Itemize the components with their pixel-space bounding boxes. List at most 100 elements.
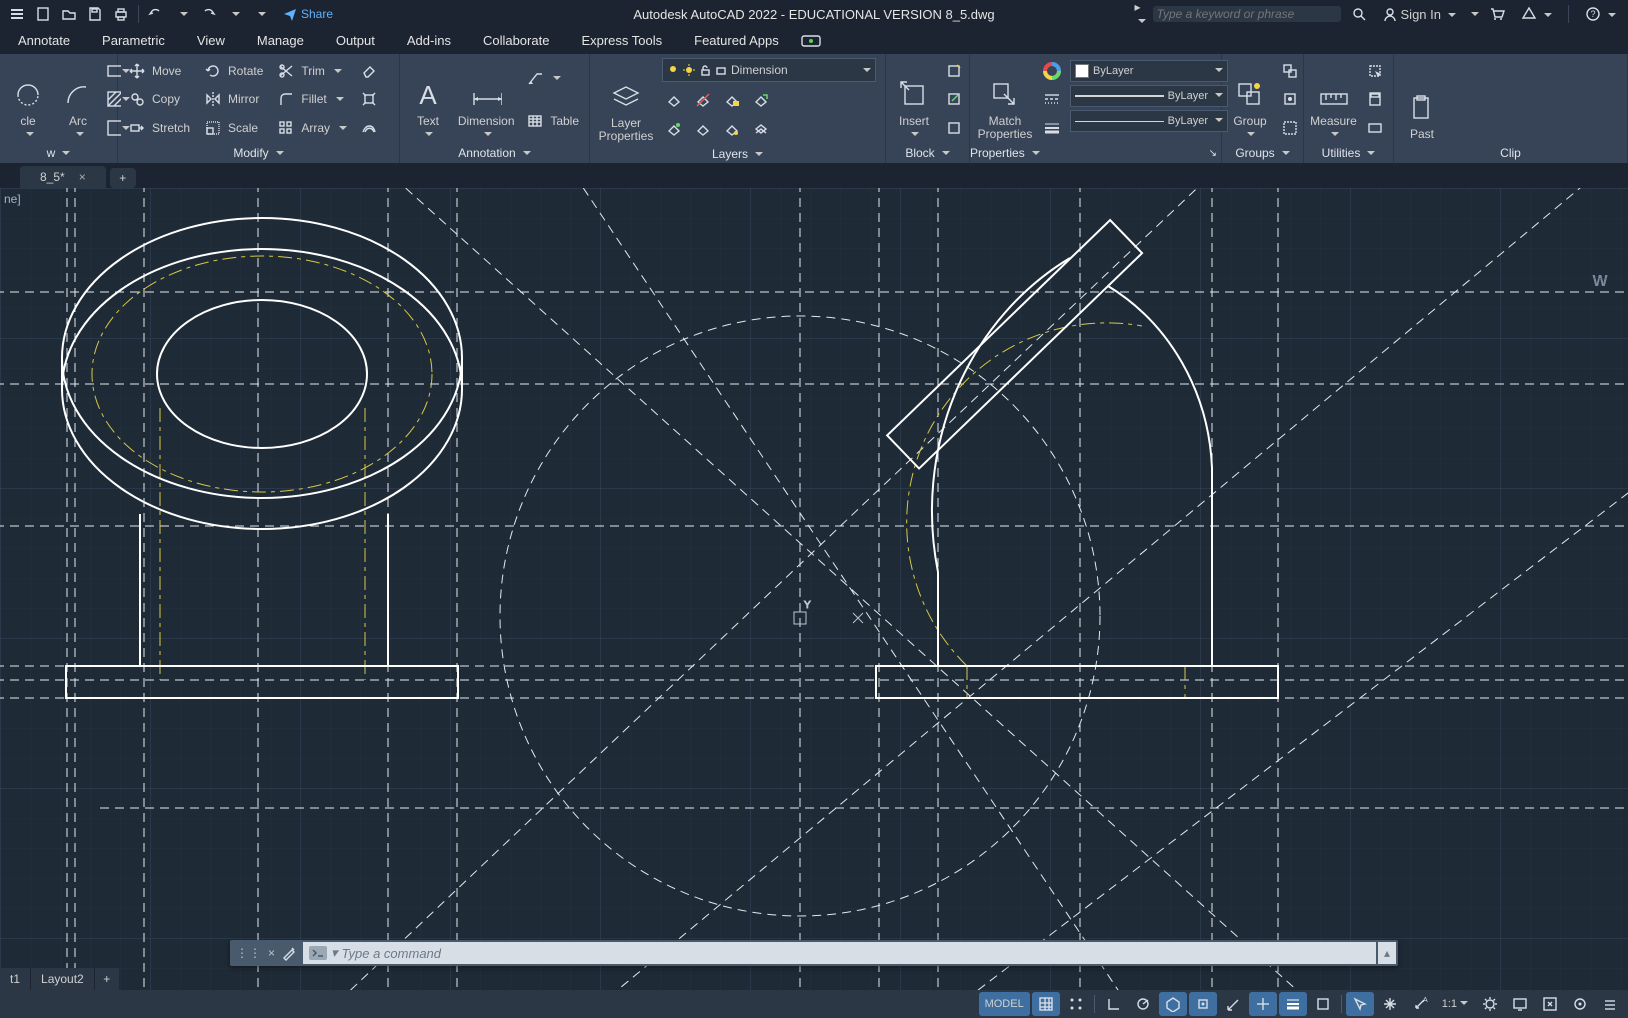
tab-output[interactable]: Output: [322, 28, 389, 54]
ungroup-icon[interactable]: [1278, 59, 1302, 83]
eraser-icon[interactable]: [357, 59, 381, 83]
status-isodraft-icon[interactable]: [1159, 992, 1187, 1016]
status-selection-icon[interactable]: [1346, 992, 1374, 1016]
qat-redo-dropdown[interactable]: [223, 3, 245, 25]
leader-icon[interactable]: [522, 66, 583, 90]
qat-save-icon[interactable]: [84, 3, 106, 25]
move-button[interactable]: Move: [124, 59, 194, 83]
tab-overflow-icon[interactable]: [797, 31, 825, 51]
status-model-button[interactable]: MODEL: [979, 992, 1030, 1016]
exchange-dropdown[interactable]: [1468, 7, 1479, 21]
status-ortho-icon[interactable]: [1099, 992, 1127, 1016]
signin-button[interactable]: Sign In: [1377, 2, 1462, 26]
panel-title-annotation[interactable]: Annotation: [400, 143, 589, 163]
status-lwt-icon[interactable]: [1279, 992, 1307, 1016]
status-transparency-icon[interactable]: [1309, 992, 1337, 1016]
status-snap-icon[interactable]: [1062, 992, 1090, 1016]
mirror-button[interactable]: Mirror: [200, 87, 267, 111]
table-button[interactable]: Table: [522, 109, 583, 133]
block-attribute-icon[interactable]: [942, 116, 966, 140]
panel-title-properties[interactable]: Properties↘: [970, 143, 1221, 163]
status-annoscale-icon[interactable]: A: [1406, 992, 1434, 1016]
status-scale-button[interactable]: 1:1: [1436, 992, 1474, 1016]
drawing-canvas[interactable]: ne] W: [0, 188, 1628, 990]
layer-isolate-icon[interactable]: [720, 117, 744, 141]
layer-previous-icon[interactable]: [691, 117, 715, 141]
layer-match-icon[interactable]: [662, 117, 686, 141]
panel-title-groups[interactable]: Groups: [1222, 143, 1303, 163]
layout-tab-1[interactable]: t1: [0, 968, 31, 990]
status-cleanscreen-icon[interactable]: [1506, 992, 1534, 1016]
explode-icon[interactable]: [357, 87, 381, 111]
panel-title-modify[interactable]: Modify: [118, 143, 399, 163]
group-edit-icon[interactable]: [1278, 87, 1302, 111]
arc-button[interactable]: Arc: [56, 58, 100, 141]
layer-freeze-icon[interactable]: [691, 88, 715, 112]
group-select-icon[interactable]: [1278, 116, 1302, 140]
rotate-button[interactable]: Rotate: [200, 59, 267, 83]
file-tab[interactable]: 8_5* ×: [20, 166, 106, 188]
qat-new-icon[interactable]: [32, 3, 54, 25]
color-wheel-icon[interactable]: [1040, 59, 1064, 83]
measure-button[interactable]: Measure: [1310, 58, 1357, 141]
copy-button[interactable]: Copy: [124, 87, 194, 111]
panel-title-layers[interactable]: Layers: [590, 145, 885, 163]
tab-collaborate[interactable]: Collaborate: [469, 28, 564, 54]
cmd-expand-icon[interactable]: ▴: [1378, 942, 1396, 964]
tab-express[interactable]: Express Tools: [567, 28, 676, 54]
help-icon[interactable]: ?: [1579, 2, 1622, 26]
panel-title-utilities[interactable]: Utilities: [1304, 143, 1393, 163]
tab-addins[interactable]: Add-ins: [393, 28, 465, 54]
app-icon[interactable]: [1515, 2, 1558, 26]
insert-button[interactable]: Insert: [892, 58, 936, 141]
panel-title-block[interactable]: Block: [886, 143, 969, 163]
cart-icon[interactable]: [1485, 2, 1509, 26]
status-customize-icon[interactable]: [1596, 992, 1624, 1016]
qat-share-button[interactable]: Share: [275, 3, 341, 25]
dimension-button[interactable]: Dimension: [456, 58, 516, 141]
lineweight-dropdown[interactable]: ByLayer: [1070, 110, 1228, 132]
command-line[interactable]: ⋮⋮ × ▾ Type a command ▴: [230, 940, 1398, 966]
qat-overflow-dropdown[interactable]: [249, 3, 271, 25]
paste-button[interactable]: Past: [1400, 58, 1444, 141]
file-tab-close-icon[interactable]: ×: [79, 170, 86, 184]
match-properties-button[interactable]: Match Properties: [976, 58, 1034, 141]
file-tab-add[interactable]: +: [110, 168, 136, 188]
layout-tab-2[interactable]: Layout2: [31, 968, 95, 990]
panel-title-draw[interactable]: w: [0, 143, 117, 163]
qat-open-icon[interactable]: [58, 3, 80, 25]
layer-off-icon[interactable]: [662, 88, 686, 112]
linetype-dropdown[interactable]: ByLayer: [1070, 85, 1228, 107]
block-edit-icon[interactable]: [942, 87, 966, 111]
qat-undo-icon[interactable]: [145, 3, 167, 25]
layer-dropdown[interactable]: Dimension: [662, 58, 876, 82]
cmd-customize-icon[interactable]: [281, 945, 297, 961]
status-3dosnap-icon[interactable]: [1219, 992, 1247, 1016]
tab-manage[interactable]: Manage: [243, 28, 318, 54]
layer-make-current-icon[interactable]: [749, 88, 773, 112]
tab-featured[interactable]: Featured Apps: [680, 28, 793, 54]
status-polar-icon[interactable]: [1129, 992, 1157, 1016]
select-icon[interactable]: [1363, 59, 1387, 83]
group-button[interactable]: Group: [1228, 58, 1272, 141]
status-hardware-icon[interactable]: [1566, 992, 1594, 1016]
panel-title-clipboard[interactable]: Clip: [1394, 143, 1627, 163]
status-gizmo-icon[interactable]: [1376, 992, 1404, 1016]
status-gear-icon[interactable]: [1476, 992, 1504, 1016]
tab-annotate[interactable]: Annotate: [4, 28, 84, 54]
command-input[interactable]: ▾ Type a command: [303, 942, 1376, 964]
array-button[interactable]: Array: [273, 116, 351, 140]
stretch-button[interactable]: Stretch: [124, 116, 194, 140]
help-search-input[interactable]: [1157, 7, 1337, 21]
layout-tab-add[interactable]: +: [95, 968, 119, 990]
tab-view[interactable]: View: [183, 28, 239, 54]
help-search[interactable]: [1153, 6, 1341, 22]
cmd-close-icon[interactable]: ×: [268, 946, 275, 960]
qat-redo-icon[interactable]: [197, 3, 219, 25]
cmd-handle-icon[interactable]: ⋮⋮: [236, 946, 262, 960]
text-button[interactable]: A Text: [406, 58, 450, 141]
block-create-icon[interactable]: [942, 59, 966, 83]
status-isolate-icon[interactable]: [1536, 992, 1564, 1016]
tab-parametric[interactable]: Parametric: [88, 28, 179, 54]
search-icon[interactable]: [1347, 2, 1371, 26]
